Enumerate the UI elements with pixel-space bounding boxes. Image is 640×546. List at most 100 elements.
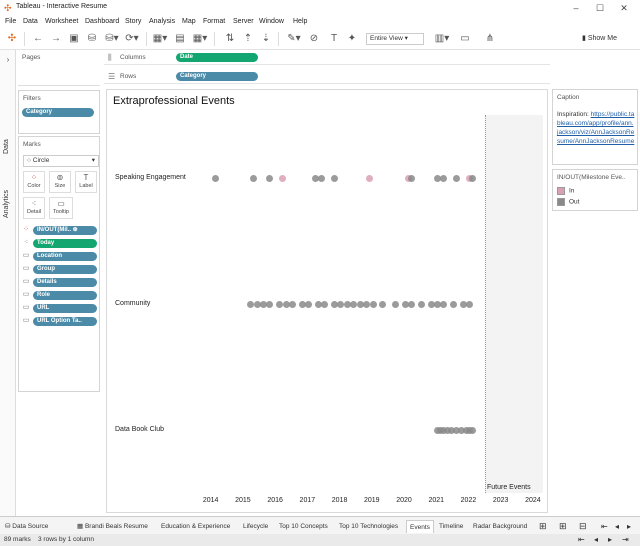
maximize-button[interactable]: ☐ — [592, 2, 608, 14]
clear-sheet-icon[interactable]: ▦▾ — [192, 33, 208, 45]
event-mark[interactable] — [440, 174, 448, 182]
event-mark[interactable] — [211, 174, 219, 182]
tooltip-button[interactable]: ▭ Tooltip — [49, 197, 73, 219]
show-cards-icon[interactable]: ▥▾ — [434, 33, 450, 45]
legend-item-out[interactable]: Out — [557, 198, 579, 206]
fit-dropdown[interactable]: Entire View ▾ — [366, 33, 424, 45]
marks-pill-url[interactable]: URL — [33, 304, 97, 313]
event-mark[interactable] — [266, 174, 274, 182]
new-dashboard-tab-icon[interactable]: ⊞ — [556, 520, 570, 533]
next-page-icon[interactable]: ▸ — [608, 535, 612, 544]
event-mark[interactable] — [317, 174, 325, 182]
menu-server[interactable]: Server — [233, 18, 254, 25]
label-button[interactable]: T Label — [75, 171, 97, 193]
prev-page-icon[interactable]: ◂ — [594, 535, 598, 544]
event-mark[interactable] — [417, 300, 425, 308]
legend-item-in[interactable]: In — [557, 187, 574, 195]
tab-lifecycle[interactable]: Lifecycle — [240, 520, 271, 533]
menu-dashboard[interactable]: Dashboard — [85, 18, 119, 25]
presentation-mode-icon[interactable]: ▭ — [458, 33, 472, 45]
swap-rows-columns-icon[interactable]: ⇅ — [224, 33, 236, 45]
marks-pill-in-out[interactable]: IN/OUT(Mil.. ⊛ — [33, 226, 97, 235]
event-mark[interactable] — [408, 174, 416, 182]
highlight-icon[interactable]: ✎▾ — [286, 33, 302, 45]
tab-education-experience[interactable]: Education & Experience — [158, 520, 233, 533]
prev-sheet-icon[interactable]: ◂ — [612, 520, 622, 533]
menu-file[interactable]: File — [5, 18, 16, 25]
marks-card[interactable]: Marks ○ Circle ▾ ⁘ Color ⊚ Size T Label ⁖ Det… — [18, 136, 100, 392]
menu-map[interactable]: Map — [182, 18, 196, 25]
show-mark-labels-icon[interactable]: T — [328, 33, 340, 45]
event-mark[interactable] — [469, 426, 477, 434]
event-mark[interactable] — [466, 300, 474, 308]
event-mark[interactable] — [366, 174, 374, 182]
caption-card[interactable]: Caption Inspiration: https://public.tabl… — [552, 89, 638, 165]
size-button[interactable]: ⊚ Size — [49, 171, 71, 193]
event-mark[interactable] — [453, 174, 461, 182]
first-sheet-icon[interactable]: ⇤ — [598, 520, 611, 533]
event-mark[interactable] — [363, 300, 371, 308]
tab-radar-background[interactable]: Radar Background — [470, 520, 530, 533]
tab-data-source[interactable]: ⛁ Data Source — [2, 520, 51, 533]
tab-brandi-beals-resume[interactable]: ▦ Brandi Beals Resume — [74, 520, 151, 533]
event-mark[interactable] — [279, 174, 287, 182]
mark-type-dropdown[interactable]: ○ Circle ▾ — [23, 155, 99, 167]
filters-card[interactable]: Filters Category — [18, 90, 100, 134]
show-me-button[interactable]: ▮ Show Me — [582, 34, 617, 42]
new-data-source-icon[interactable]: ⛁ — [86, 33, 98, 45]
event-mark[interactable] — [469, 174, 477, 182]
filter-pill-category[interactable]: Category — [22, 108, 94, 117]
menu-format[interactable]: Format — [203, 18, 225, 25]
next-sheet-icon[interactable]: ▸ — [624, 520, 634, 533]
event-mark[interactable] — [288, 300, 296, 308]
event-mark[interactable] — [440, 300, 448, 308]
columns-shelf[interactable]: ⫼ Columns Date — [104, 51, 550, 65]
close-button[interactable]: ✕ — [616, 2, 632, 14]
marks-pill-url-option[interactable]: URL Option Ta.. — [33, 317, 97, 326]
menu-analysis[interactable]: Analysis — [149, 18, 175, 25]
duplicate-sheet-icon[interactable]: ▤ — [174, 33, 186, 45]
marks-pill-details[interactable]: Details — [33, 278, 97, 287]
sort-ascending-icon[interactable]: ⇡ — [242, 33, 254, 45]
save-icon[interactable]: ▣ — [68, 33, 80, 45]
new-worksheet-icon[interactable]: ▦▾ — [152, 33, 168, 45]
event-mark[interactable] — [247, 300, 255, 308]
event-mark[interactable] — [392, 300, 400, 308]
refresh-icon[interactable]: ⟳▾ — [124, 33, 140, 45]
tab-top-10-concepts[interactable]: Top 10 Concepts — [276, 520, 331, 533]
menu-data[interactable]: Data — [23, 18, 38, 25]
columns-pill-date[interactable]: Date — [176, 53, 258, 62]
event-mark[interactable] — [266, 300, 274, 308]
tab-top-10-technologies[interactable]: Top 10 Technologies — [336, 520, 401, 533]
group-members-icon[interactable]: ⊘ — [308, 33, 320, 45]
legend-card[interactable]: IN/OUT(Milestone Eve.. In Out — [552, 169, 638, 211]
fix-axes-icon[interactable]: ✦ — [346, 33, 358, 45]
event-mark[interactable] — [379, 300, 387, 308]
event-mark[interactable] — [276, 300, 284, 308]
marks-pill-location[interactable]: Location — [33, 252, 97, 261]
last-page-icon[interactable]: ⇥ — [622, 535, 629, 544]
data-tab[interactable]: Data — [3, 139, 10, 154]
redo-icon[interactable]: → — [50, 33, 62, 45]
event-mark[interactable] — [369, 300, 377, 308]
menu-worksheet[interactable]: Worksheet — [45, 18, 78, 25]
tableau-home-icon[interactable]: ✣ — [6, 33, 18, 45]
event-mark[interactable] — [408, 300, 416, 308]
tab-timeline[interactable]: Timeline — [436, 520, 466, 533]
detail-button[interactable]: ⁖ Detail — [23, 197, 45, 219]
rows-shelf[interactable]: ☰ Rows Category — [104, 70, 550, 84]
marks-pill-group[interactable]: Group — [33, 265, 97, 274]
event-mark[interactable] — [305, 300, 313, 308]
first-page-icon[interactable]: ⇤ — [578, 535, 585, 544]
sort-descending-icon[interactable]: ⇣ — [260, 33, 272, 45]
marks-pill-today[interactable]: Today — [33, 239, 97, 248]
tab-events[interactable]: Events — [406, 520, 434, 533]
rows-pill-category[interactable]: Category — [176, 72, 258, 81]
event-mark[interactable] — [321, 300, 329, 308]
menu-story[interactable]: Story — [125, 18, 141, 25]
event-mark[interactable] — [450, 300, 458, 308]
event-mark[interactable] — [330, 174, 338, 182]
share-workbook-icon[interactable]: ⋔ — [484, 33, 496, 45]
undo-icon[interactable]: ← — [32, 33, 44, 45]
event-mark[interactable] — [250, 174, 258, 182]
